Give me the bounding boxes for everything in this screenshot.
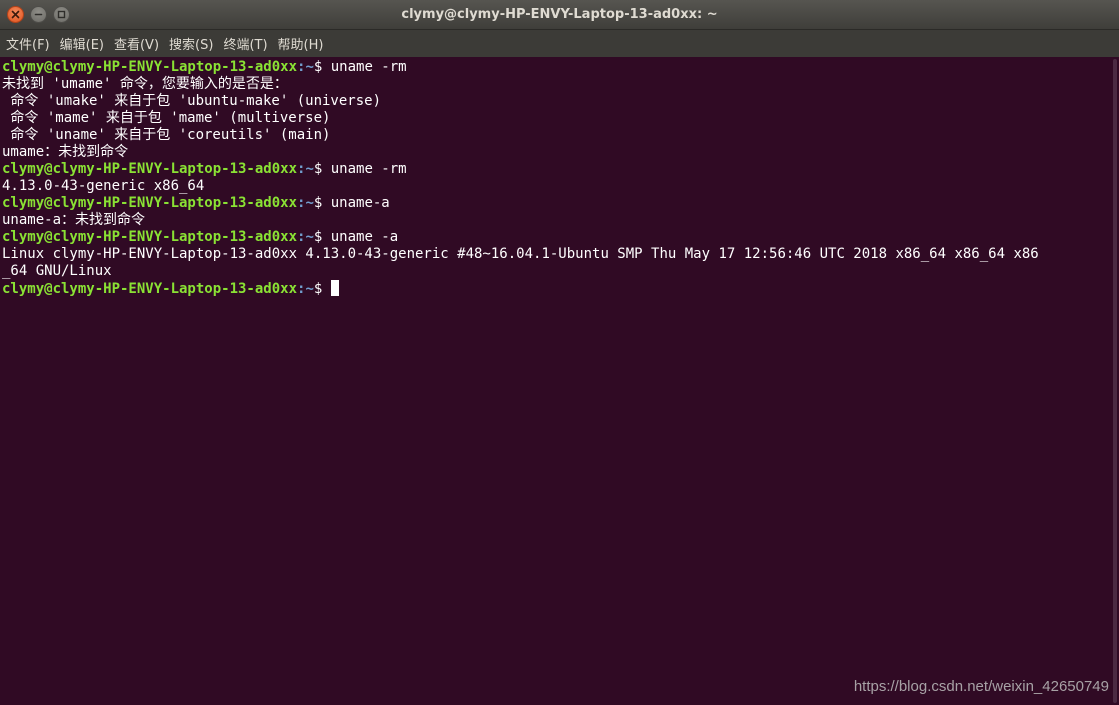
prompt-path: :~: [297, 281, 314, 297]
prompt-path: :~: [297, 195, 314, 211]
text-cursor: [330, 280, 339, 296]
output-line: umame：未找到命令: [2, 144, 129, 160]
terminal-line: clymy@clymy-HP-ENVY-Laptop-13-ad0xx:~$ u…: [2, 59, 1108, 76]
menu-file[interactable]: 文件(F): [3, 34, 53, 53]
terminal-line-current: clymy@clymy-HP-ENVY-Laptop-13-ad0xx:~$: [2, 280, 1108, 297]
window-title: clymy@clymy-HP-ENVY-Laptop-13-ad0xx: ~: [401, 7, 718, 22]
command-text: uname -rm: [330, 59, 407, 75]
terminal-line: clymy@clymy-HP-ENVY-Laptop-13-ad0xx:~$ u…: [2, 229, 1108, 246]
output-line: 命令 'mame' 来自于包 'mame' (multiverse): [2, 110, 331, 126]
prompt-user-host: clymy@clymy-HP-ENVY-Laptop-13-ad0xx: [2, 281, 298, 297]
prompt-user-host: clymy@clymy-HP-ENVY-Laptop-13-ad0xx: [2, 161, 298, 177]
command-text: uname -a: [330, 229, 399, 245]
prompt-path: :~: [297, 161, 314, 177]
watermark: https://blog.csdn.net/weixin_42650749: [853, 678, 1109, 695]
output-line: Linux clymy-HP-ENVY-Laptop-13-ad0xx 4.13…: [2, 246, 1039, 262]
title-bar[interactable]: clymy@clymy-HP-ENVY-Laptop-13-ad0xx: ~: [0, 0, 1119, 30]
output-line: _64 GNU/Linux: [2, 263, 112, 279]
scrollbar-thumb[interactable]: [1113, 59, 1117, 703]
output-line: 未找到 'umame' 命令，您要输入的是否是：: [2, 76, 288, 92]
prompt-symbol: $: [313, 59, 331, 75]
prompt-symbol: $: [313, 281, 331, 297]
output-line: uname-a：未找到命令: [2, 212, 146, 228]
menu-help[interactable]: 帮助(H): [275, 34, 327, 53]
prompt-path: :~: [297, 59, 314, 75]
prompt-user-host: clymy@clymy-HP-ENVY-Laptop-13-ad0xx: [2, 229, 298, 245]
prompt-user-host: clymy@clymy-HP-ENVY-Laptop-13-ad0xx: [2, 59, 298, 75]
terminal-line: clymy@clymy-HP-ENVY-Laptop-13-ad0xx:~$ u…: [2, 195, 1108, 212]
command-text: uname -rm: [330, 161, 407, 177]
output-line: 4.13.0-43-generic x86_64: [2, 178, 205, 194]
menu-view[interactable]: 查看(V): [111, 34, 162, 53]
output-line: 命令 'uname' 来自于包 'coreutils' (main): [2, 127, 331, 143]
terminal-window: clymy@clymy-HP-ENVY-Laptop-13-ad0xx: ~ 文…: [0, 0, 1119, 705]
prompt-symbol: $: [313, 195, 331, 211]
prompt-symbol: $: [313, 161, 331, 177]
prompt-path: :~: [297, 229, 314, 245]
menu-edit[interactable]: 编辑(E): [57, 34, 107, 53]
menu-bar: 文件(F) 编辑(E) 查看(V) 搜索(S) 终端(T) 帮助(H): [0, 30, 1119, 57]
scrollbar[interactable]: [1108, 57, 1119, 705]
menu-terminal[interactable]: 终端(T): [220, 34, 270, 53]
menu-search[interactable]: 搜索(S): [166, 34, 216, 53]
prompt-user-host: clymy@clymy-HP-ENVY-Laptop-13-ad0xx: [2, 195, 298, 211]
command-text: uname-a: [330, 195, 390, 211]
prompt-symbol: $: [313, 229, 331, 245]
terminal-output[interactable]: clymy@clymy-HP-ENVY-Laptop-13-ad0xx:~$ u…: [0, 57, 1108, 705]
output-line: 命令 'umake' 来自于包 'ubuntu-make' (universe): [2, 93, 382, 109]
terminal-line: clymy@clymy-HP-ENVY-Laptop-13-ad0xx:~$ u…: [2, 161, 1108, 178]
